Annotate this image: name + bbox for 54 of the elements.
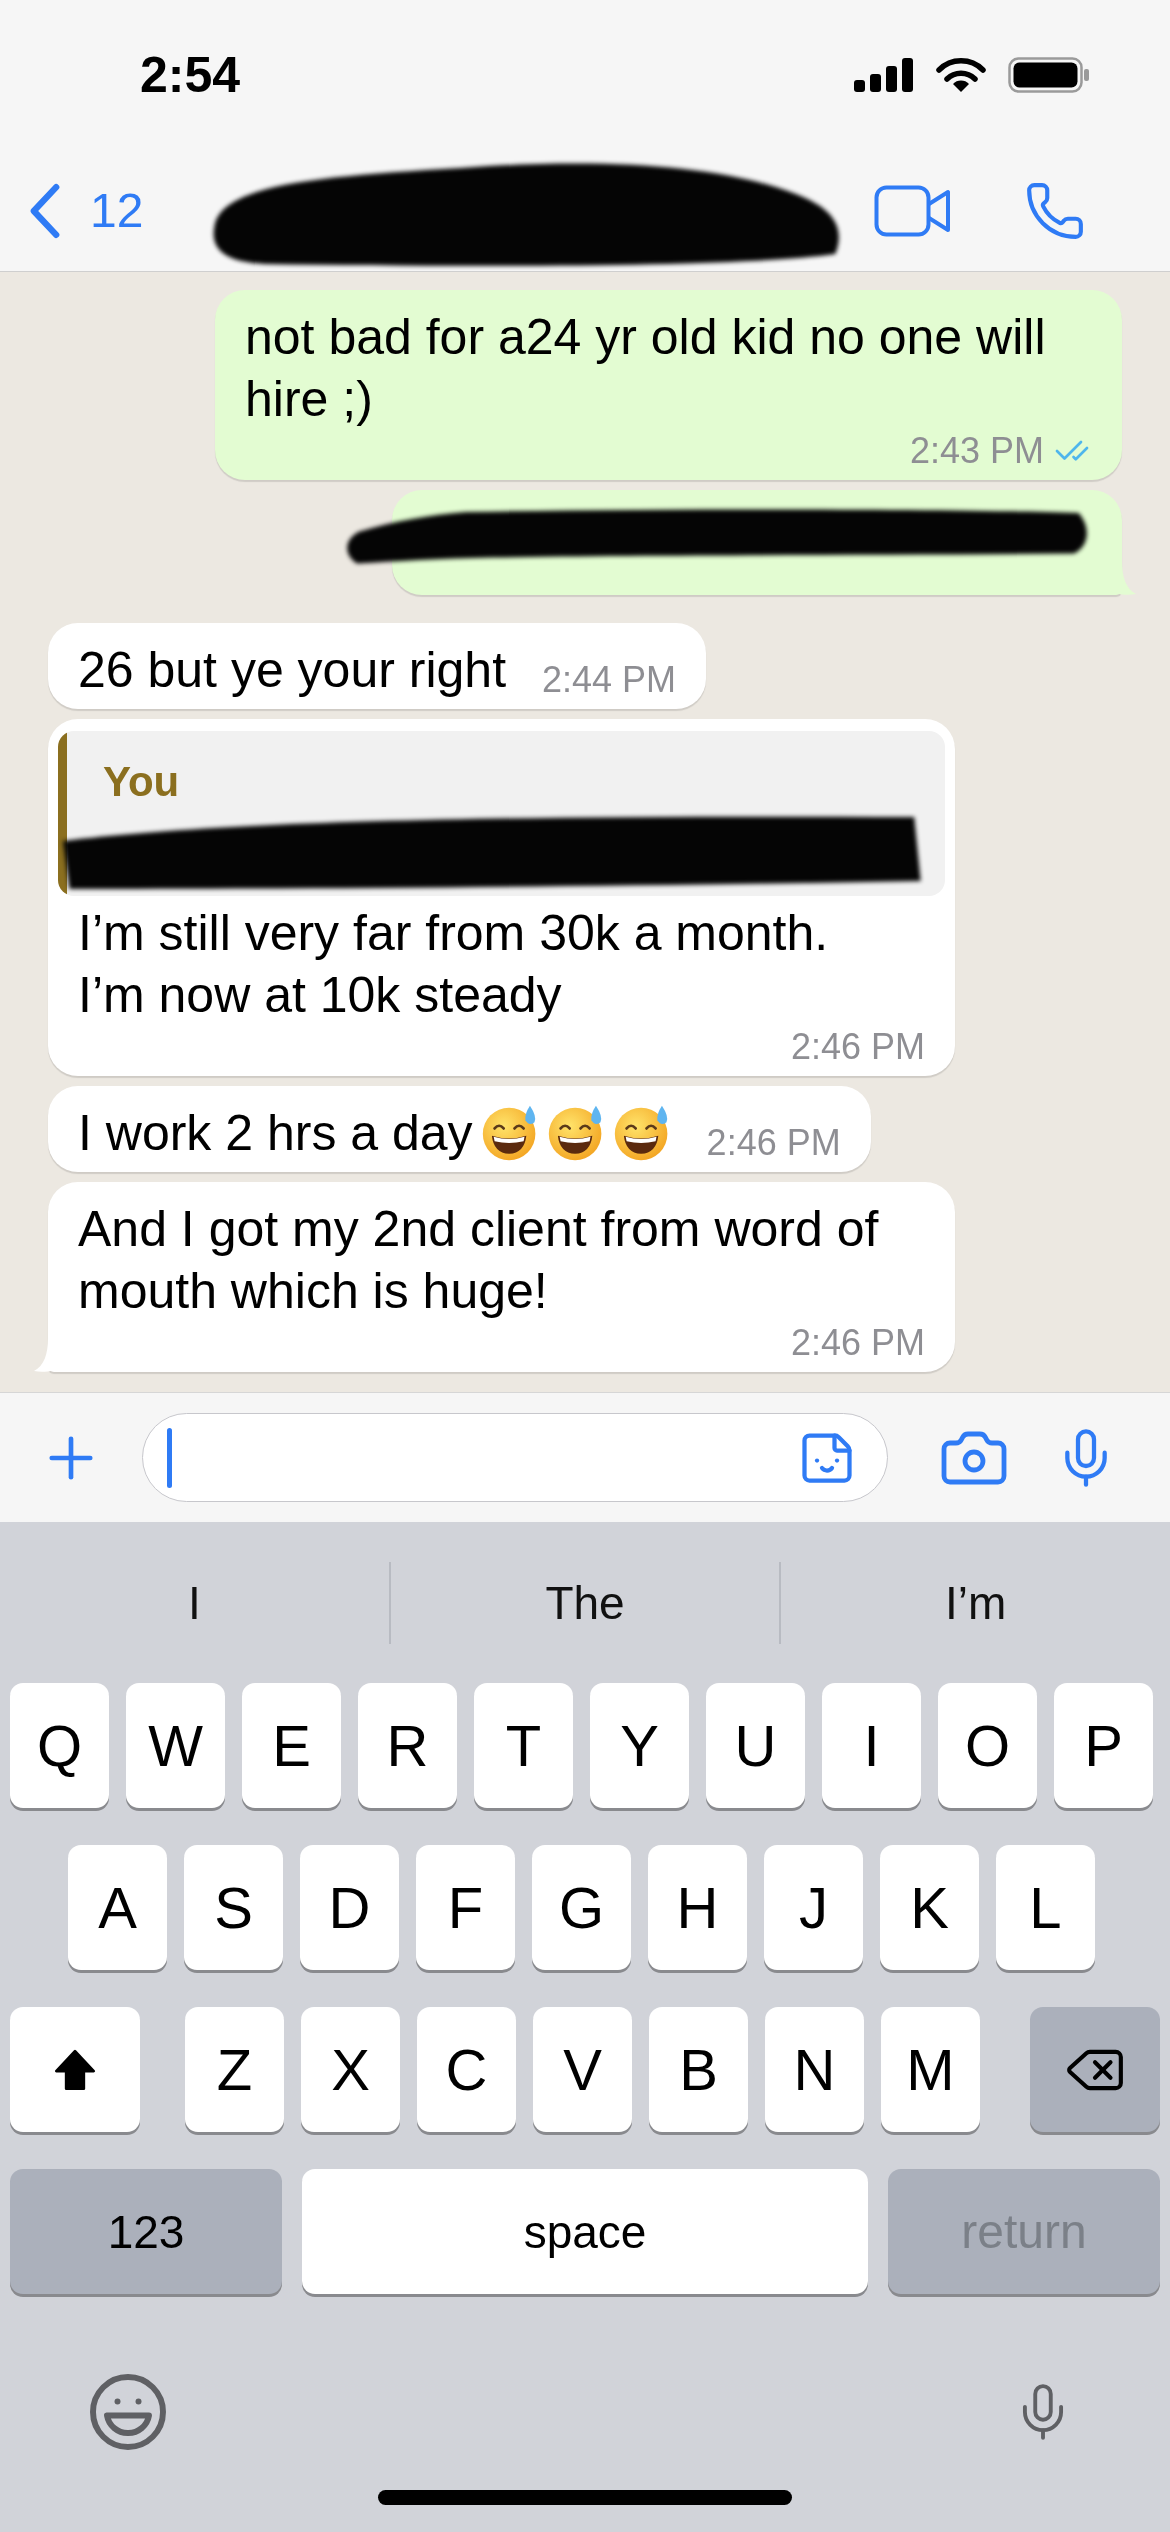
text-cursor [167, 1427, 172, 1488]
message-time: 2:44 PM [542, 659, 677, 701]
letter-key[interactable]: C [417, 2007, 516, 2132]
letter-key[interactable]: I [822, 1683, 921, 1808]
word-suggestion[interactable]: I’m [781, 1579, 1170, 1626]
back-button[interactable]: 12 [28, 182, 144, 239]
letter-key[interactable]: G [532, 1845, 631, 1970]
letter-key[interactable]: K [880, 1845, 979, 1970]
message-time: 2:46 PM [790, 1322, 925, 1364]
signal-icon [854, 58, 914, 92]
space-key[interactable]: space [302, 2169, 868, 2294]
message-text: I work 2 hrs a day [78, 1104, 473, 1163]
letter-key[interactable]: Q [10, 1683, 109, 1808]
letter-key[interactable]: J [764, 1845, 863, 1970]
letter-key[interactable]: E [242, 1683, 341, 1808]
word-suggestion[interactable]: The [390, 1579, 780, 1626]
letter-key[interactable]: B [649, 2007, 748, 2132]
letter-key[interactable]: F [416, 1845, 515, 1970]
letter-key[interactable]: P [1054, 1683, 1153, 1808]
shift-arrow-icon [53, 2047, 97, 2092]
shift-key[interactable] [10, 2007, 140, 2132]
letter-key[interactable]: W [126, 1683, 225, 1808]
wifi-icon [936, 57, 986, 93]
numbers-key[interactable]: 123 [10, 2169, 282, 2294]
letter-key[interactable]: T [474, 1683, 573, 1808]
status-time: 2:54 [140, 50, 241, 100]
quote-author: You [103, 757, 181, 807]
quoted-message[interactable]: You [58, 731, 945, 896]
letter-key[interactable]: X [301, 2007, 400, 2132]
message-time: 2:46 PM [706, 1122, 841, 1164]
video-call-icon[interactable] [874, 184, 952, 237]
message-text: I’m still very far from 30k a month. I’m now at 10k steady [78, 904, 830, 1025]
message-text: not bad for a24 yr old kid no one will hire ;) [245, 308, 1047, 429]
chevron-left-icon [28, 182, 62, 239]
delete-key[interactable] [1030, 2007, 1160, 2132]
letter-key[interactable]: Z [185, 2007, 284, 2132]
letter-key[interactable]: R [358, 1683, 457, 1808]
message-text: And I got my 2nd client from word of mouth which is huge! [78, 1200, 880, 1321]
letter-key[interactable]: H [648, 1845, 747, 1970]
message-time: 2:43 PM [909, 430, 1044, 472]
letter-key[interactable]: M [881, 2007, 980, 2132]
message-text: 26 but ye your right [78, 641, 507, 700]
battery-icon [1008, 57, 1090, 93]
letter-key[interactable]: U [706, 1683, 805, 1808]
letter-key[interactable]: Y [590, 1683, 689, 1808]
letter-key[interactable]: A [68, 1845, 167, 1970]
letter-key[interactable]: V [533, 2007, 632, 2132]
letter-key[interactable]: D [300, 1845, 399, 1970]
letter-key[interactable]: L [996, 1845, 1095, 1970]
word-suggestion[interactable]: I [0, 1579, 389, 1626]
letter-key[interactable]: O [938, 1683, 1037, 1808]
letter-key[interactable]: N [765, 2007, 864, 2132]
message-time: 2:46 PM [790, 1026, 925, 1068]
letter-key[interactable]: S [184, 1845, 283, 1970]
